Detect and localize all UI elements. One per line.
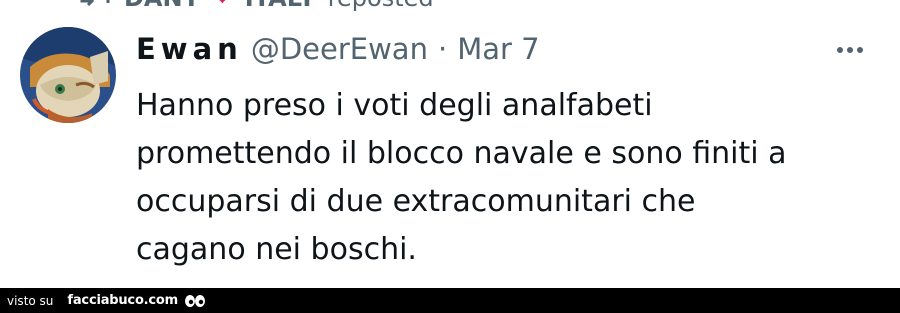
watermark-site[interactable]: facciabuco.com <box>67 293 178 308</box>
tweet-text-line: occuparsi di due extracomunitari che <box>136 184 696 219</box>
avatar[interactable] <box>20 27 116 123</box>
more-options-button[interactable] <box>830 38 870 62</box>
more-horizontal-icon <box>857 47 863 53</box>
heart-icon: ❤ <box>214 0 231 10</box>
repost-name-part1: DANY <box>124 0 200 12</box>
header-separator: · <box>437 32 448 66</box>
tweet-text-line: cagano nei boschi. <box>136 232 417 267</box>
tweet-date[interactable]: Mar 7 <box>457 32 539 66</box>
more-horizontal-icon <box>837 47 843 53</box>
tweet-text: Hanno preso i voti degli analfabeti prom… <box>136 82 876 274</box>
watermark-bar: visto su facciabuco.com <box>0 288 900 313</box>
avatar-portrait-image <box>20 27 116 123</box>
repost-name-part2: ITALY <box>245 0 316 12</box>
tweet-header: Ewan @DeerEwan · Mar 7 <box>136 29 540 69</box>
repost-action: reposted <box>328 0 434 12</box>
tweet-text-line: Hanno preso i voti degli analfabeti <box>136 88 653 123</box>
user-handle[interactable]: @DeerEwan <box>251 32 428 66</box>
tweet-text-line: promettendo il blocco navale e sono fini… <box>136 136 787 171</box>
more-horizontal-icon <box>847 47 853 53</box>
repost-icon <box>80 0 110 7</box>
repost-indicator[interactable]: DANY ❤ ITALY reposted <box>78 0 434 12</box>
eyes-logo-icon <box>185 294 205 307</box>
watermark-prefix: visto su <box>7 293 54 308</box>
display-name[interactable]: Ewan <box>136 32 243 66</box>
